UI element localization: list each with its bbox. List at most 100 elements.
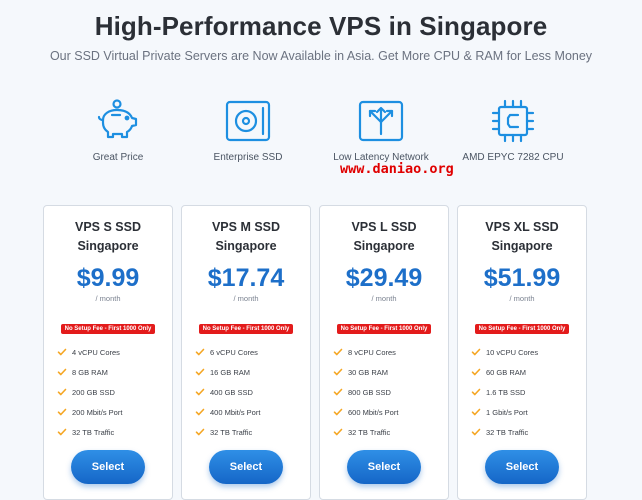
feature-label: Great Price [92,152,144,163]
checkmark-icon [333,368,343,376]
plan-card-s: VPS S SSD Singapore $9.99 / month No Set… [43,205,173,500]
spec-list: 10 vCPU Cores 60 GB RAM 1.6 TB SSD 1 Gbi… [471,347,586,447]
plan-name: VPS XL SSD [485,220,559,234]
plan-price: $17.74 [207,264,285,292]
spec-item: 800 GB SSD [333,387,448,407]
checkmark-icon [471,348,481,356]
spec-text: 60 GB RAM [486,368,527,377]
spec-text: 400 Mbit/s Port [210,408,261,417]
spec-list: 4 vCPU Cores 8 GB RAM 200 GB SSD 200 Mbi… [57,347,172,447]
spec-item: 600 Mbit/s Port [333,407,448,427]
select-button-l[interactable]: Select [347,450,421,484]
plan-card-m: VPS M SSD Singapore $17.74 / month No Se… [181,205,311,500]
plan-region: Singapore [215,239,277,253]
spec-text: 800 GB SSD [348,388,391,397]
spec-text: 32 TB Traffic [72,428,115,437]
plan-card-l: VPS L SSD Singapore $29.49 / month No Se… [319,205,449,500]
feature-list: Great Price Enterprise SSD Low Latency N… [0,98,642,168]
checkmark-icon [57,408,67,416]
plan-price: $51.99 [483,264,561,292]
plan-name: VPS S SSD [75,220,141,234]
promo-badge: No Setup Fee - First 1000 Only [60,324,156,334]
spec-item: 8 vCPU Cores [333,347,448,367]
spec-item: 32 TB Traffic [471,427,586,447]
spec-item: 30 GB RAM [333,367,448,387]
spec-item: 4 vCPU Cores [57,347,172,367]
checkmark-icon [333,388,343,396]
checkmark-icon [195,408,205,416]
spec-text: 32 TB Traffic [348,428,391,437]
spec-text: 600 Mbit/s Port [348,408,399,417]
feature-amd-cpu: AMD EPYC 7282 CPU [443,98,583,163]
promo-badge: No Setup Fee - First 1000 Only [198,324,294,334]
checkmark-icon [195,388,205,396]
plan-period: / month [371,294,397,303]
checkmark-icon [195,368,205,376]
plan-name: VPS M SSD [211,220,281,234]
spec-text: 32 TB Traffic [210,428,253,437]
spec-text: 8 GB RAM [72,368,108,377]
network-arrows-icon [358,100,404,142]
spec-text: 8 vCPU Cores [348,348,396,357]
feature-low-latency: Low Latency Network [311,98,451,163]
spec-text: 16 GB RAM [210,368,251,377]
feature-great-price: Great Price [48,98,188,163]
checkmark-icon [195,428,205,436]
checkmark-icon [333,348,343,356]
page-subtitle: Our SSD Virtual Private Servers are Now … [49,49,593,63]
plan-region: Singapore [77,239,139,253]
select-button-m[interactable]: Select [209,450,283,484]
spec-text: 4 vCPU Cores [72,348,120,357]
promo-badge: No Setup Fee - First 1000 Only [336,324,432,334]
spec-item: 6 vCPU Cores [195,347,310,367]
checkmark-icon [57,388,67,396]
feature-label: AMD EPYC 7282 CPU [462,152,564,163]
ssd-drive-icon [225,100,271,142]
spec-text: 400 GB SSD [210,388,253,397]
plan-period: / month [95,294,121,303]
plan-region: Singapore [353,239,415,253]
cpu-chip-icon [491,99,535,143]
plan-price: $9.99 [76,264,140,292]
spec-item: 10 vCPU Cores [471,347,586,367]
spec-item: 200 GB SSD [57,387,172,407]
spec-item: 32 TB Traffic [57,427,172,447]
spec-list: 6 vCPU Cores 16 GB RAM 400 GB SSD 400 Mb… [195,347,310,447]
spec-item: 200 Mbit/s Port [57,407,172,427]
spec-text: 6 vCPU Cores [210,348,258,357]
select-button-xl[interactable]: Select [485,450,559,484]
plan-price: $29.49 [345,264,423,292]
spec-item: 1.6 TB SSD [471,387,586,407]
checkmark-icon [471,388,481,396]
spec-text: 30 GB RAM [348,368,389,377]
feature-label: Enterprise SSD [213,152,283,163]
plan-period: / month [509,294,535,303]
checkmark-icon [471,368,481,376]
spec-text: 1.6 TB SSD [486,388,526,397]
checkmark-icon [57,348,67,356]
plan-region: Singapore [491,239,553,253]
promo-badge: No Setup Fee - First 1000 Only [474,324,570,334]
spec-item: 400 GB SSD [195,387,310,407]
piggy-bank-icon [97,99,138,139]
spec-text: 32 TB Traffic [486,428,529,437]
spec-item: 60 GB RAM [471,367,586,387]
spec-text: 10 vCPU Cores [486,348,539,357]
spec-item: 400 Mbit/s Port [195,407,310,427]
spec-item: 16 GB RAM [195,367,310,387]
plan-card-xl: VPS XL SSD Singapore $51.99 / month No S… [457,205,587,500]
checkmark-icon [57,428,67,436]
checkmark-icon [57,368,67,376]
spec-item: 8 GB RAM [57,367,172,387]
spec-text: 200 Mbit/s Port [72,408,123,417]
spec-list: 8 vCPU Cores 30 GB RAM 800 GB SSD 600 Mb… [333,347,448,447]
select-button-s[interactable]: Select [71,450,145,484]
checkmark-icon [471,428,481,436]
plan-name: VPS L SSD [351,220,417,234]
watermark-text: www.daniao.org [340,161,454,177]
spec-item: 32 TB Traffic [195,427,310,447]
spec-item: 1 Gbit/s Port [471,407,586,427]
checkmark-icon [333,408,343,416]
checkmark-icon [471,408,481,416]
plan-period: / month [233,294,259,303]
